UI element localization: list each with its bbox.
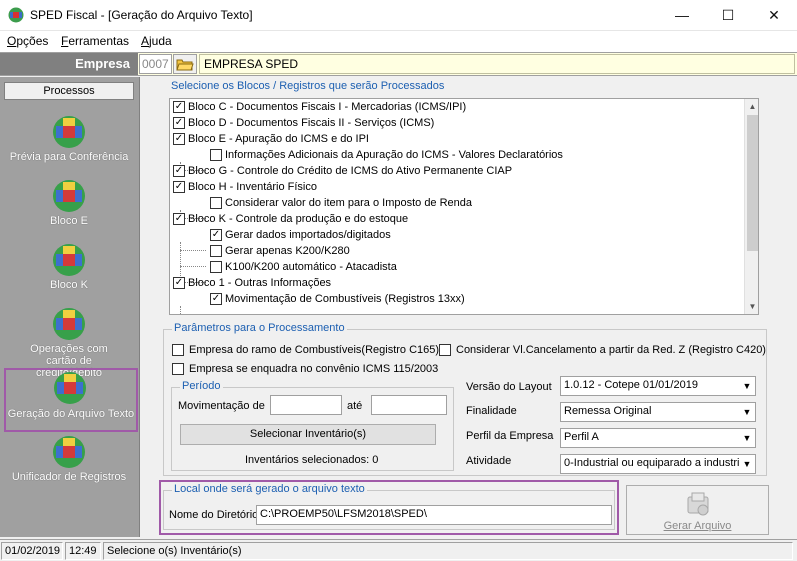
empresa-label-box: Empresa [0,53,138,75]
empresa-bar: Empresa 0007 EMPRESA SPED [0,52,797,76]
finalidade-label: Finalidade [466,405,517,417]
selecionar-inventario-button[interactable]: Selecionar Inventário(s) [180,424,436,445]
status-message: Selecione o(s) Inventário(s) [103,542,793,560]
sped-app-icon [8,7,24,23]
window-title: SPED Fiscal - [Geração do Arquivo Texto] [30,8,253,22]
chevron-down-icon[interactable]: ▼ [739,455,755,473]
sidebar-item-operacoes-cartao[interactable]: Operações com cartão de crédito/débito [2,307,136,379]
menu-bar: Opções Ferramentas Ajuda [0,31,797,52]
checkbox[interactable] [439,344,451,356]
versao-layout-label: Versão do Layout [466,381,552,393]
scroll-thumb[interactable] [747,115,758,251]
sped-ball-icon [53,244,85,276]
perfil-empresa-select[interactable]: Perfil A ▼ [560,428,756,448]
maximize-button[interactable]: ☐ [705,0,751,31]
sidebar-item-geracao-arquivo[interactable]: Geração do Arquivo Texto [4,368,138,432]
processos-sidebar: Processos Prévia para Conferência Bloco … [0,77,140,537]
checkbox[interactable] [172,344,184,356]
ate-label: até [347,400,363,412]
checkbox[interactable]: ✓ [173,277,185,289]
sidebar-item-previa[interactable]: Prévia para Conferência [2,115,136,177]
atividade-label: Atividade [466,455,512,467]
sped-ball-icon [53,308,85,340]
checkbox[interactable]: ✓ [210,293,222,305]
sidebar-item-unificador[interactable]: Unificador de Registros [2,435,136,497]
sidebar-item-label: Geração do Arquivo Texto [7,408,135,420]
chevron-down-icon[interactable]: ▼ [739,403,755,421]
sped-ball-icon [53,116,85,148]
checkbox[interactable] [210,261,222,273]
gerar-arquivo-button[interactable]: Gerar Arquivo [626,485,769,535]
scroll-down-icon[interactable]: ▼ [745,299,758,314]
movimentacao-to-input[interactable] [371,395,447,415]
minimize-button[interactable]: — [659,0,705,31]
sidebar-item-label: Unificador de Registros [11,471,127,483]
checkbox[interactable]: ✓ [173,133,185,145]
parametros-group-title: Parâmetros para o Processamento [172,322,347,334]
sidebar-item-bloco-k[interactable]: Bloco K [2,243,136,305]
scroll-up-icon[interactable]: ▲ [745,99,758,114]
sped-ball-icon [53,180,85,212]
empresa-code-input[interactable]: 0007 [139,54,172,74]
local-group-title: Local onde será gerado o arquivo texto [172,483,367,495]
checkbox[interactable] [172,363,184,375]
sped-ball-icon [54,372,86,404]
tree-connector [180,266,206,267]
diretorio-input[interactable]: C:\PROEMP50\LFSM2018\SPED\ [256,505,612,525]
gerar-arquivo-label: Gerar Arquivo [663,520,732,532]
disk-gear-icon [687,492,709,516]
chevron-down-icon[interactable]: ▼ [739,377,755,395]
status-bar: 01/02/2019 12:49 Selecione o(s) Inventár… [0,539,797,561]
blocos-group-title: Selecione os Blocos / Registros que serã… [169,80,447,92]
sidebar-item-bloco-e[interactable]: Bloco E [2,179,136,241]
menu-opcoes[interactable]: Opções [7,34,48,48]
checkbox[interactable]: ✓ [173,213,185,225]
checkbox[interactable]: ✓ [173,101,185,113]
checkbox[interactable] [210,245,222,257]
diretorio-label: Nome do Diretório [169,509,259,521]
checkbox[interactable]: ✓ [173,165,185,177]
tree-connector [180,314,206,315]
menu-ajuda[interactable]: Ajuda [141,34,172,48]
empresa-name-field: EMPRESA SPED [199,54,795,74]
checkbox[interactable]: ✓ [173,117,185,129]
checkbox[interactable] [210,149,222,161]
finalidade-select[interactable]: Remessa Original ▼ [560,402,756,422]
open-folder-icon [176,59,194,71]
status-time: 12:49 [65,542,101,560]
checkbox[interactable]: ✓ [173,181,185,193]
open-folder-button[interactable] [173,54,197,74]
sidebar-item-label: Prévia para Conferência [9,151,129,163]
perfil-empresa-label: Perfil da Empresa [466,430,554,442]
blocos-checklist: ✓ Bloco C - Documentos Fiscais I - Mercad… [169,98,759,315]
title-bar: SPED Fiscal - [Geração do Arquivo Texto]… [0,0,797,31]
menu-ferramentas[interactable]: Ferramentas [61,34,129,48]
sidebar-item-label: Bloco K [50,279,88,291]
checkbox[interactable]: ✓ [210,229,222,241]
tree-connector [180,242,181,282]
sped-ball-icon [53,436,85,468]
checkbox[interactable] [210,197,222,209]
movimentacao-label: Movimentação de [178,400,265,412]
empresa-label: Empresa [75,56,130,71]
tree-connector [180,250,206,251]
periodo-group-title: Período [180,380,223,392]
chevron-down-icon[interactable]: ▼ [739,429,755,447]
sidebar-item-label: Bloco E [50,215,88,227]
blocos-scrollbar[interactable]: ▲ ▼ [744,99,758,314]
status-date: 01/02/2019 [1,542,63,560]
main-panel: Selecione os Blocos / Registros que serã… [141,77,797,537]
versao-layout-select[interactable]: 1.0.12 - Cotepe 01/01/2019 ▼ [560,376,756,396]
processos-header: Processos [4,82,134,100]
close-button[interactable]: ✕ [751,0,797,31]
inventarios-selecionados-text: Inventários selecionados: 0 [245,454,379,466]
atividade-select[interactable]: 0-Industrial ou equiparado a industrial … [560,454,756,474]
movimentacao-from-input[interactable] [270,395,342,415]
